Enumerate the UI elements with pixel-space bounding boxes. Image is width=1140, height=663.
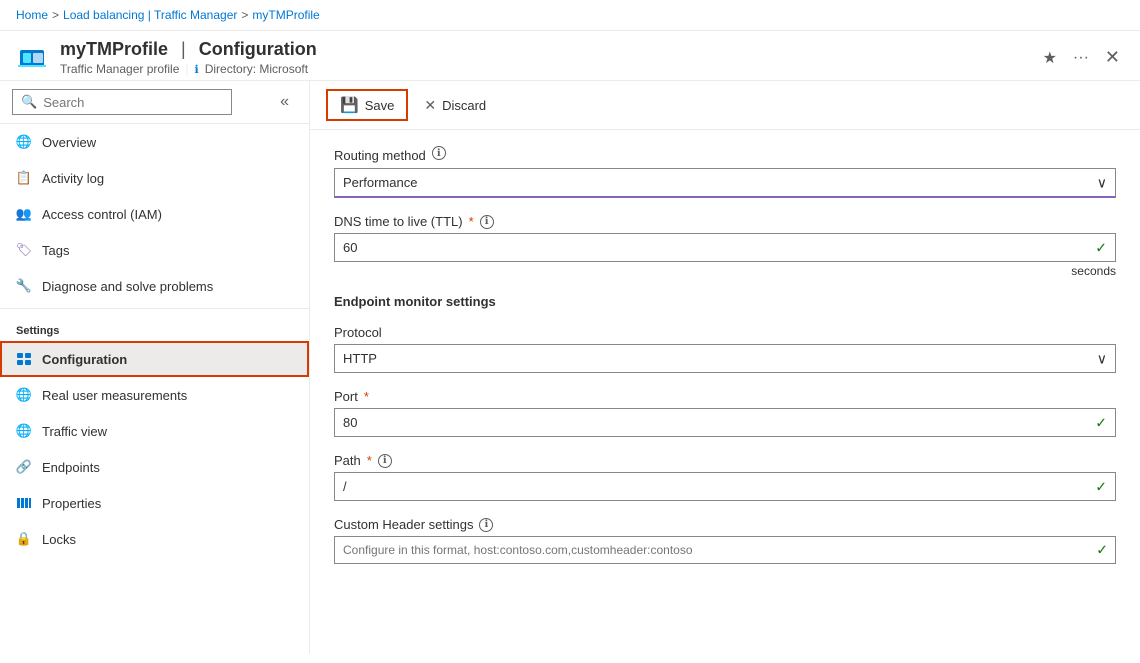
port-input[interactable] (335, 409, 1115, 436)
config-icon (16, 351, 32, 367)
dns-ttl-field: DNS time to live (TTL) * ℹ ✓ seconds (334, 214, 1116, 278)
tag-icon: 🏷 (16, 242, 32, 258)
sidebar-item-endpoints[interactable]: 🔗 Endpoints (0, 449, 309, 485)
discard-icon: ✕ (424, 97, 436, 114)
sidebar: 🔍 « 🌐 Overview 📋 Activity log 👥 Access c… (0, 81, 310, 654)
search-input-wrap[interactable]: 🔍 (12, 89, 232, 115)
traffic-view-icon: 🌐 (16, 423, 32, 439)
sidebar-item-real-user[interactable]: 🌐 Real user measurements (0, 377, 309, 413)
custom-header-input[interactable] (334, 536, 1116, 564)
sidebar-item-configuration[interactable]: Configuration (0, 341, 309, 377)
favorite-button[interactable]: ★ (1039, 44, 1061, 72)
routing-method-select[interactable]: Performance Priority Weighted Geographic… (335, 169, 1115, 196)
protocol-field: Protocol HTTP HTTPS TCP ∨ (334, 325, 1116, 373)
breadcrumb-home[interactable]: Home (16, 8, 48, 22)
resource-icon (16, 42, 48, 74)
path-valid-icon: ✓ (1095, 478, 1107, 495)
iam-icon: 👥 (16, 206, 32, 222)
protocol-select[interactable]: HTTP HTTPS TCP (335, 345, 1115, 372)
sidebar-item-overview[interactable]: 🌐 Overview (0, 124, 309, 160)
dns-ttl-hint: seconds (334, 264, 1116, 278)
sidebar-item-traffic-view[interactable]: 🌐 Traffic view (0, 413, 309, 449)
routing-method-info-icon: ℹ (432, 146, 446, 160)
page-title: myTMProfile | Configuration (60, 39, 317, 60)
toolbar: 💾 Save ✕ Discard (310, 81, 1140, 130)
dns-ttl-valid-icon: ✓ (1095, 239, 1107, 256)
close-button[interactable]: ✕ (1101, 43, 1124, 72)
search-input[interactable] (43, 95, 223, 110)
save-button[interactable]: 💾 Save (326, 89, 408, 121)
sidebar-item-activity-log[interactable]: 📋 Activity log (0, 160, 309, 196)
globe-icon: 🌐 (16, 134, 32, 150)
sidebar-nav: 🌐 Overview 📋 Activity log 👥 Access contr… (0, 124, 309, 654)
main-layout: 🔍 « 🌐 Overview 📋 Activity log 👥 Access c… (0, 81, 1140, 654)
configuration-form: Routing method ℹ Performance Priority We… (310, 130, 1140, 596)
content-area: 💾 Save ✕ Discard Routing method ℹ Perfor… (310, 81, 1140, 654)
path-info-icon: ℹ (378, 454, 392, 468)
port-valid-icon: ✓ (1095, 414, 1107, 431)
routing-method-field: Routing method ℹ Performance Priority We… (334, 146, 1116, 198)
collapse-sidebar-button[interactable]: « (272, 89, 297, 115)
save-icon: 💾 (340, 96, 359, 114)
more-options-button[interactable]: ··· (1069, 45, 1093, 71)
protocol-select-wrap[interactable]: HTTP HTTPS TCP ∨ (334, 344, 1116, 373)
dns-ttl-input[interactable] (335, 234, 1115, 261)
sidebar-item-iam[interactable]: 👥 Access control (IAM) (0, 196, 309, 232)
breadcrumb: Home > Load balancing | Traffic Manager … (0, 0, 1140, 31)
sidebar-item-tags[interactable]: 🏷 Tags (0, 232, 309, 268)
dns-ttl-info-icon: ℹ (480, 215, 494, 229)
routing-method-select-wrap[interactable]: Performance Priority Weighted Geographic… (334, 168, 1116, 198)
sidebar-item-locks[interactable]: 🔒 Locks (0, 521, 309, 557)
custom-header-field: Custom Header settings ℹ ✓ (334, 517, 1116, 564)
discard-button[interactable]: ✕ Discard (412, 92, 498, 119)
properties-icon (16, 495, 32, 511)
settings-section-label: Settings (0, 313, 309, 341)
diagnose-icon: 🔧 (16, 278, 32, 294)
endpoint-icon: 🔗 (16, 459, 32, 475)
page-header: myTMProfile | Configuration Traffic Mana… (0, 31, 1140, 81)
directory-info-icon: ℹ (195, 63, 199, 76)
custom-header-info-icon: ℹ (479, 518, 493, 532)
dns-ttl-input-wrap[interactable]: ✓ (334, 233, 1116, 262)
sidebar-item-diagnose[interactable]: 🔧 Diagnose and solve problems (0, 268, 309, 304)
sidebar-item-properties[interactable]: Properties (0, 485, 309, 521)
breadcrumb-profile[interactable]: myTMProfile (252, 8, 319, 22)
rum-icon: 🌐 (16, 387, 32, 403)
search-icon: 🔍 (21, 94, 37, 110)
port-field: Port * ✓ (334, 389, 1116, 437)
search-bar: 🔍 « (0, 81, 309, 124)
breadcrumb-loadbalancing[interactable]: Load balancing | Traffic Manager (63, 8, 237, 22)
endpoint-monitor-title: Endpoint monitor settings (334, 294, 1116, 309)
path-input-wrap[interactable]: ✓ (334, 472, 1116, 501)
port-input-wrap[interactable]: ✓ (334, 408, 1116, 437)
path-input[interactable] (335, 473, 1115, 500)
custom-header-valid-icon: ✓ (1096, 542, 1108, 559)
path-field: Path * ℹ ✓ (334, 453, 1116, 501)
lock-icon: 🔒 (16, 531, 32, 547)
endpoint-monitor-section: Endpoint monitor settings (334, 294, 1116, 309)
activity-log-icon: 📋 (16, 170, 32, 186)
